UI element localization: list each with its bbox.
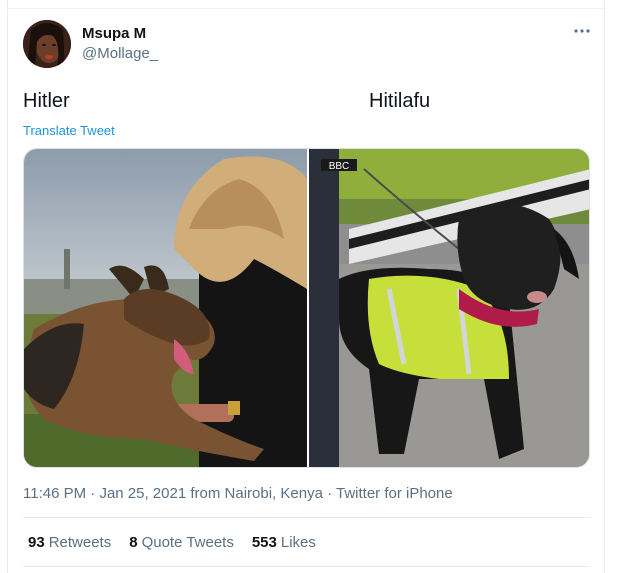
photo-dog-and-woman xyxy=(24,149,307,467)
quote-tweets-count: 8 xyxy=(129,534,138,551)
media-image-right[interactable]: BBC xyxy=(309,149,589,467)
divider xyxy=(23,517,590,518)
photo-labrador-in-vest: BBC xyxy=(309,149,589,467)
quote-tweets-label: Quote Tweets xyxy=(141,534,234,551)
meta-separator: · xyxy=(86,485,100,502)
bbc-logo: BBC xyxy=(329,161,350,172)
frame-border-top xyxy=(7,8,605,9)
avatar-image xyxy=(23,20,71,68)
meta-from: from xyxy=(186,485,225,502)
retweets-label: Retweets xyxy=(48,534,112,551)
divider xyxy=(23,566,590,567)
tweet-time[interactable]: 11:46 PM xyxy=(23,485,86,502)
likes-count: 553 xyxy=(251,534,277,551)
likes-label: Likes xyxy=(280,534,316,551)
frame-border-left xyxy=(7,0,8,573)
tweet-meta: 11:46 PM · Jan 25, 2021 from Nairobi, Ke… xyxy=(23,485,453,502)
tweet-date[interactable]: Jan 25, 2021 xyxy=(99,485,186,502)
meta-separator: · xyxy=(322,485,336,502)
frame-border-right xyxy=(604,0,605,573)
quote-tweets-stat[interactable]: 8 Quote Tweets xyxy=(129,534,234,551)
more-button[interactable] xyxy=(569,22,595,44)
media-image-left[interactable] xyxy=(24,149,307,467)
tweet-stats: 93 Retweets 8 Quote Tweets 553 Likes xyxy=(28,534,334,551)
tweet-location[interactable]: Nairobi, Kenya xyxy=(225,485,323,502)
display-name[interactable]: Msupa M xyxy=(82,25,146,42)
translate-tweet-link[interactable]: Translate Tweet xyxy=(23,123,115,138)
more-horizontal-icon xyxy=(574,29,590,33)
tweet-client[interactable]: Twitter for iPhone xyxy=(336,485,453,502)
tweet-text-left: Hitler xyxy=(23,90,70,112)
retweets-count: 93 xyxy=(28,534,45,551)
retweets-stat[interactable]: 93 Retweets xyxy=(28,534,111,551)
handle[interactable]: @Mollage_ xyxy=(82,45,158,62)
media-grid[interactable]: BBC xyxy=(23,148,590,468)
likes-stat[interactable]: 553 Likes xyxy=(252,534,316,551)
avatar[interactable] xyxy=(23,20,71,68)
tweet-text-right: Hitilafu xyxy=(369,90,431,112)
